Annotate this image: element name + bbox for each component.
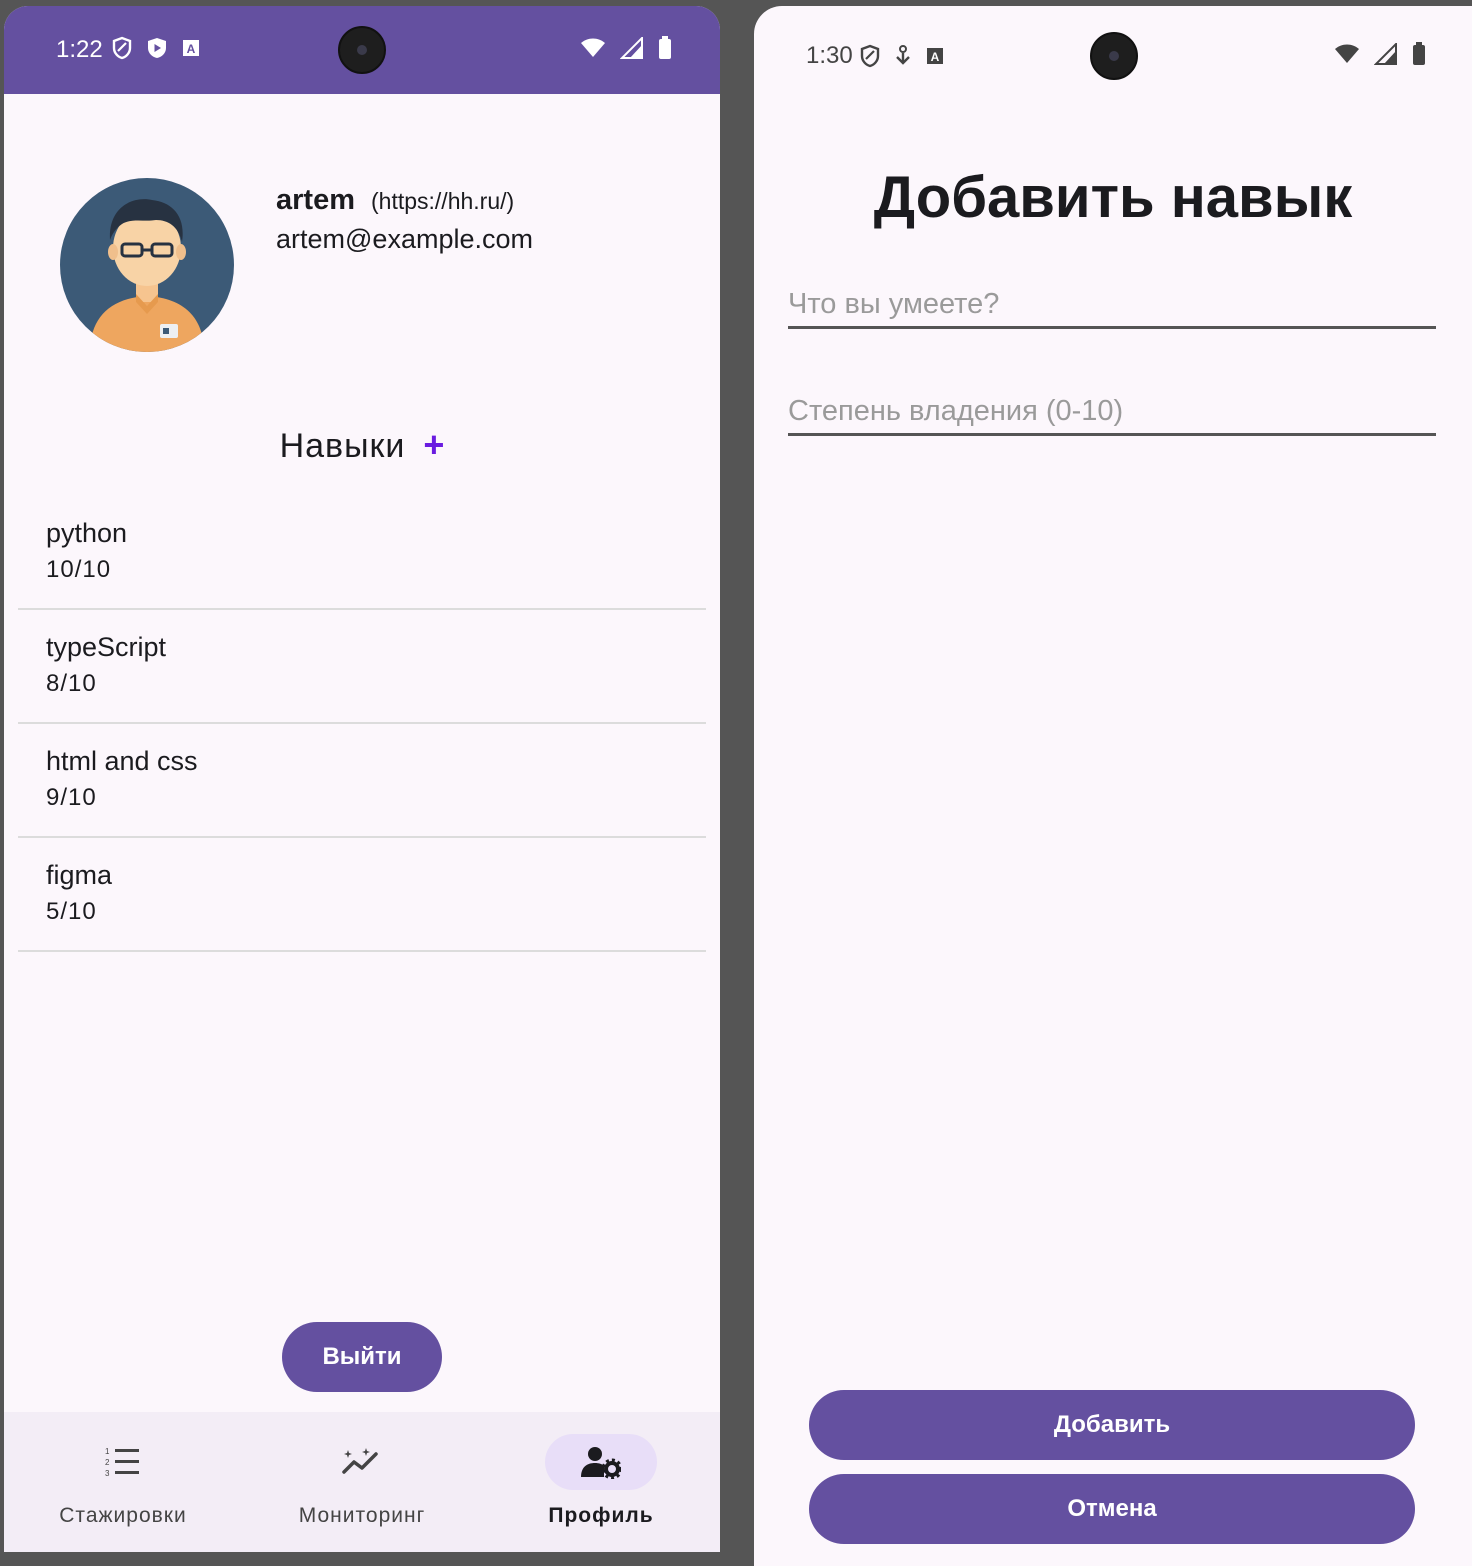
nav-label: Стажировки [59, 1504, 187, 1527]
status-right-icons [580, 36, 672, 60]
nav-icon-container: 1 2 3 [67, 1434, 179, 1490]
download-icon [896, 45, 910, 65]
svg-text:1: 1 [105, 1447, 110, 1456]
skill-name-input[interactable] [788, 282, 1436, 329]
skill-name: python [46, 518, 128, 548]
status-left-icons: A [112, 36, 200, 60]
skills-title: Навыки [279, 427, 406, 465]
svg-text:3: 3 [105, 1469, 110, 1478]
battery-icon [659, 36, 671, 59]
status-time: 1:22 [56, 36, 103, 63]
add-button[interactable]: Добавить [809, 1390, 1415, 1460]
add-skill-button[interactable]: + [423, 424, 444, 465]
skill-level: 8/10 [46, 670, 97, 697]
bottom-navigation: 1 2 3 Стажировки Мониторинг Профиль [4, 1412, 720, 1552]
keyboard-a-icon: A [927, 48, 943, 64]
front-camera [338, 26, 386, 74]
add-skill-screen: 1:30 A Добавить навык Добавить Отмена [754, 6, 1472, 1566]
skill-level-input[interactable] [788, 389, 1436, 436]
nav-item-profile[interactable]: Профиль [482, 1412, 720, 1552]
play-shield-icon [148, 38, 166, 58]
status-left-icons: A [860, 44, 944, 68]
battery-icon [1413, 42, 1425, 65]
skill-name: typeScript [46, 632, 167, 662]
skill-level: 10/10 [46, 556, 112, 583]
nav-icon-container [545, 1434, 657, 1490]
signal-icon [1374, 43, 1397, 65]
svg-text:A: A [931, 50, 940, 64]
skill-item[interactable]: typeScript 8/10 [18, 610, 706, 724]
status-right-icons [1334, 42, 1426, 66]
nav-icon-container [306, 1434, 418, 1490]
avatar [60, 178, 234, 352]
nav-item-monitoring[interactable]: Мониторинг [243, 1412, 481, 1552]
status-bar: 1:22 A [4, 6, 720, 94]
profile-header: artem (https://hh.ru/) [276, 184, 514, 217]
skill-level: 5/10 [46, 898, 97, 925]
status-time: 1:30 [806, 42, 853, 69]
page-title: Добавить навык [873, 165, 1353, 230]
nav-label: Профиль [548, 1504, 654, 1527]
skills-header: Навыки + [4, 424, 720, 466]
front-camera [1090, 32, 1138, 80]
svg-text:2: 2 [105, 1458, 110, 1467]
nav-item-internships[interactable]: 1 2 3 Стажировки [4, 1412, 242, 1552]
logout-button[interactable]: Выйти [282, 1322, 442, 1392]
skill-name: figma [46, 860, 113, 890]
wifi-icon [581, 38, 605, 57]
shield-icon [860, 44, 880, 68]
signal-icon [620, 37, 643, 59]
skill-item[interactable]: html and css 9/10 [18, 724, 706, 838]
skill-item[interactable]: figma 5/10 [18, 838, 706, 952]
skill-level: 9/10 [46, 784, 97, 811]
nav-label: Мониторинг [298, 1504, 426, 1527]
profile-link[interactable]: (https://hh.ru/) [371, 188, 514, 215]
person-settings-icon [581, 1447, 621, 1479]
profile-email: artem@example.com [276, 224, 533, 254]
profile-screen: 1:22 A artem (https://hh.ru/) artem@exam… [4, 6, 720, 1552]
svg-text:A: A [187, 42, 196, 56]
skill-name: html and css [46, 746, 198, 776]
shield-icon [112, 36, 132, 60]
status-bar: 1:30 A [754, 6, 1472, 94]
wifi-icon [1335, 44, 1359, 63]
skills-list: python 10/10 typeScript 8/10 html and cs… [18, 496, 706, 952]
profile-name: artem [276, 184, 355, 216]
numbered-list-icon: 1 2 3 [105, 1447, 139, 1478]
keyboard-a-icon: A [183, 40, 199, 56]
trending-sparkle-icon [342, 1448, 378, 1474]
cancel-button[interactable]: Отмена [809, 1474, 1415, 1544]
skill-item[interactable]: python 10/10 [18, 496, 706, 610]
